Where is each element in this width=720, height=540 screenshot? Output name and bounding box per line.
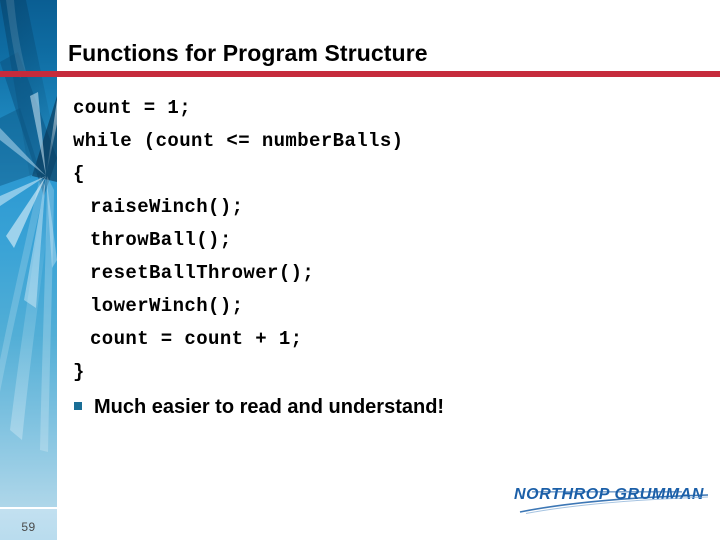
northrop-grumman-logo-graphic: NORTHROP GRUMMAN	[514, 486, 709, 514]
slide-sidebar-decoration: 59	[0, 0, 57, 540]
code-line: }	[73, 361, 85, 383]
code-line: lowerWinch();	[90, 295, 244, 317]
code-block: count = 1; while (count <= numberBalls){r…	[57, 92, 720, 389]
code-line: count = count + 1;	[90, 328, 303, 350]
slide-title: Functions for Program Structure	[68, 40, 428, 66]
slide-body: count = 1; while (count <= numberBalls){r…	[57, 92, 720, 424]
presentation-slide: 59 Functions for Program Structure count…	[0, 0, 720, 540]
bullet-item-label: Much easier to read and understand!	[94, 396, 445, 418]
code-line: {	[73, 163, 85, 185]
bullet-list-item: Much easier to read and understand!	[57, 391, 720, 424]
page-number: 59	[21, 520, 36, 534]
code-line: throwBall();	[90, 229, 232, 251]
light-rays-graphic	[0, 0, 57, 452]
code-line: count = 1;	[73, 97, 192, 119]
code-line: while (count <= numberBalls)	[73, 130, 404, 152]
northrop-grumman-logo: NORTHROP GRUMMAN	[512, 482, 712, 518]
code-line: raiseWinch();	[90, 196, 244, 218]
code-line: resetBallThrower();	[90, 262, 315, 284]
title-divider-rule	[0, 71, 720, 77]
